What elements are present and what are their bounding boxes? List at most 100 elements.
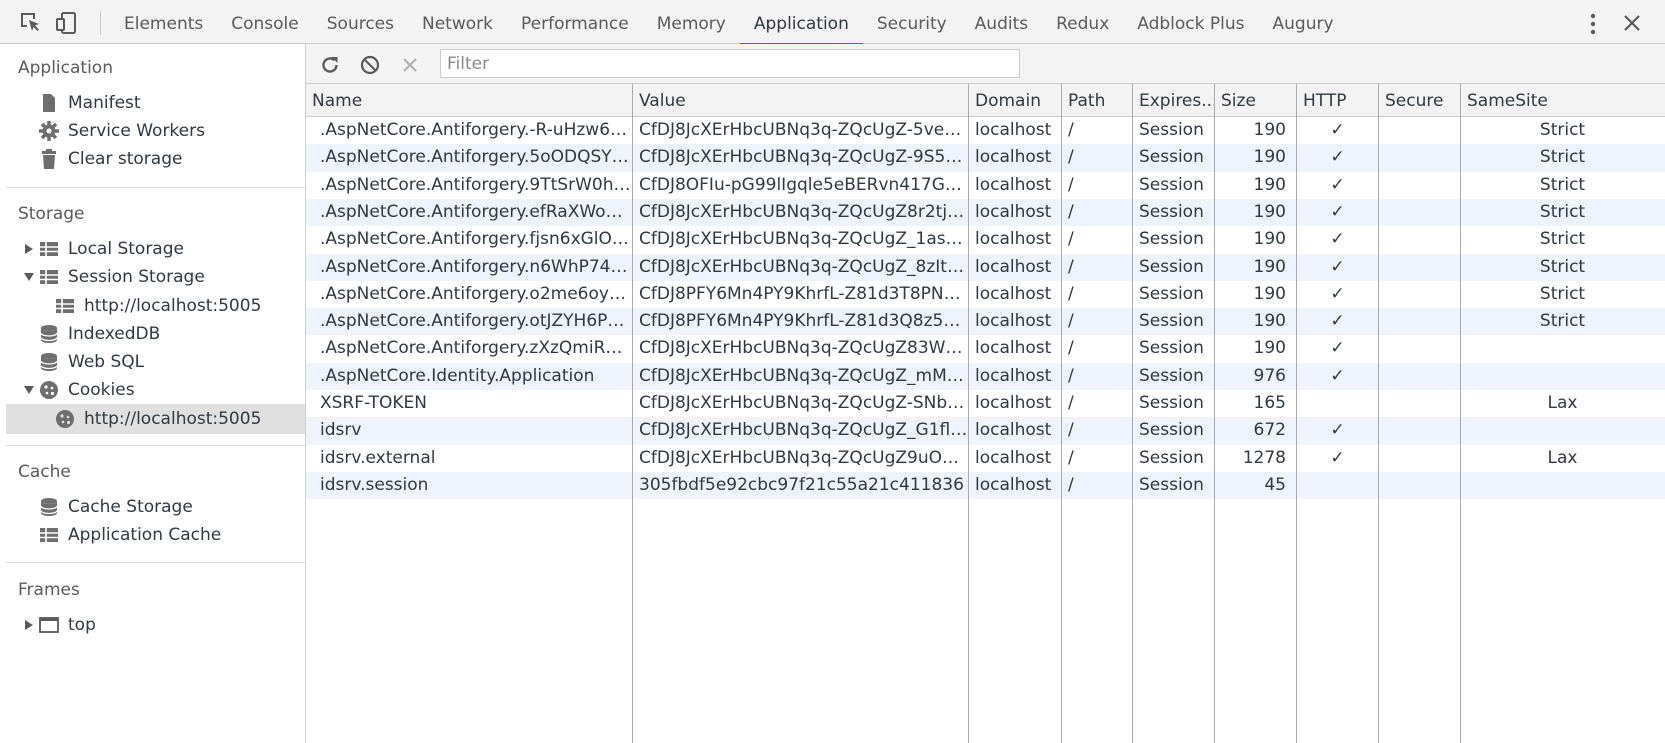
- table-row[interactable]: idsrv.external CfDJ8JcXErHbcUBNq3q-ZQcUgZ…: [306, 445, 1665, 472]
- tab-performance[interactable]: Performance: [507, 0, 643, 44]
- sidebar-item-clear-storage[interactable]: Clear storage: [6, 144, 305, 174]
- column-header-expires[interactable]: Expires...: [1133, 84, 1215, 116]
- sidebar-item-session-localhost[interactable]: http://localhost:5005: [6, 291, 305, 321]
- tab-redux[interactable]: Redux: [1042, 0, 1123, 44]
- cell-http: [1297, 390, 1378, 417]
- column-header-size[interactable]: Size: [1215, 84, 1297, 116]
- table-grid-icon: [40, 528, 58, 542]
- inspect-element-icon[interactable]: [18, 10, 44, 36]
- cell-http: ✓: [1330, 311, 1345, 332]
- table-row[interactable]: .AspNetCore.Antiforgery.-R-uHzw63SY CfDJ8…: [306, 117, 1665, 144]
- column-divider[interactable]: [1378, 84, 1379, 743]
- column-divider[interactable]: [1460, 84, 1461, 743]
- table-row[interactable]: idsrv CfDJ8JcXErHbcUBNq3q-ZQcUgZ_G1flbF..…: [306, 417, 1665, 445]
- cell-expires: Session: [1139, 447, 1204, 468]
- sidebar-item-service-workers[interactable]: Service Workers: [6, 116, 305, 146]
- more-options-icon[interactable]: [1583, 11, 1603, 37]
- cell-name: idsrv.external: [320, 447, 436, 468]
- sidebar-item-label: Session Storage: [68, 267, 205, 287]
- column-header-domain[interactable]: Domain: [969, 84, 1062, 116]
- sidebar-item-websql[interactable]: Web SQL: [6, 347, 305, 377]
- table-grid-icon: [40, 270, 58, 284]
- table-row[interactable]: .AspNetCore.Identity.Application CfDJ8JcX…: [306, 362, 1665, 390]
- tab-application[interactable]: Application: [739, 0, 863, 45]
- sidebar-item-manifest[interactable]: Manifest: [6, 88, 305, 118]
- sidebar-item-cookies-localhost[interactable]: http://localhost:5005: [6, 404, 305, 434]
- column-divider[interactable]: [632, 84, 633, 743]
- cell-domain: localhost: [975, 365, 1052, 386]
- column-header-secure[interactable]: Secure: [1379, 84, 1461, 116]
- tab-network[interactable]: Network: [408, 0, 507, 44]
- tab-memory[interactable]: Memory: [643, 0, 740, 44]
- column-divider[interactable]: [1132, 84, 1133, 743]
- table-row[interactable]: .AspNetCore.Antiforgery.fjsn6xGlOgc CfDJ8…: [306, 226, 1665, 253]
- sidebar-item-application-cache[interactable]: Application Cache: [6, 520, 305, 550]
- column-header-path[interactable]: Path: [1062, 84, 1133, 116]
- collapse-arrow-icon[interactable]: [22, 383, 36, 397]
- tab-console[interactable]: Console: [217, 0, 313, 44]
- cell-size: 190: [1253, 120, 1286, 140]
- filter-input[interactable]: [440, 49, 1020, 78]
- column-divider[interactable]: [968, 84, 969, 743]
- cell-path: /: [1068, 393, 1074, 413]
- cell-secure: [1379, 199, 1460, 226]
- clear-all-icon[interactable]: [358, 53, 382, 77]
- cell-value: CfDJ8JcXErHbcUBNq3q-ZQcUgZ_1as1_S6...: [639, 229, 968, 250]
- cell-value: 305fbdf5e92cbc97f21c55a21c411836: [639, 474, 964, 495]
- refresh-icon[interactable]: [318, 53, 342, 77]
- column-header-samesite[interactable]: SameSite: [1461, 84, 1665, 116]
- cell-domain: localhost: [975, 311, 1052, 332]
- close-devtools-icon[interactable]: [1620, 11, 1644, 35]
- column-divider[interactable]: [1061, 84, 1062, 743]
- table-row[interactable]: .AspNetCore.Antiforgery.efRaXWoFgg4 CfDJ8…: [306, 198, 1665, 227]
- cell-value: CfDJ8JcXErHbcUBNq3q-ZQcUgZ_mMi7lZ...: [639, 365, 968, 386]
- cell-name: .AspNetCore.Antiforgery.o2me6oyRDbY: [320, 283, 632, 304]
- tab-adblock-plus[interactable]: Adblock Plus: [1123, 0, 1258, 44]
- table-row[interactable]: idsrv.session 305fbdf5e92cbc97f21c55a21c4…: [306, 471, 1665, 500]
- cell-samesite: Strict: [1539, 311, 1586, 332]
- table-row[interactable]: XSRF-TOKEN CfDJ8JcXErHbcUBNq3q-ZQcUgZ-SNb…: [306, 390, 1665, 417]
- cell-domain: localhost: [975, 420, 1052, 441]
- table-row[interactable]: .AspNetCore.Antiforgery.n6WhP74SyBo CfDJ8…: [306, 253, 1665, 281]
- sidebar-item-label: Cookies: [68, 380, 135, 400]
- cell-name: .AspNetCore.Identity.Application: [320, 365, 595, 386]
- cookies-table: Name Value Domain Path Expires... Size HTTP Sec…: [306, 84, 1665, 743]
- table-row[interactable]: .AspNetCore.Antiforgery.otJZYH6PS2E CfDJ8…: [306, 308, 1665, 336]
- table-row[interactable]: .AspNetCore.Antiforgery.9TtSrW0hzOs CfDJ8…: [306, 172, 1665, 199]
- column-header-name[interactable]: Name: [306, 84, 633, 116]
- cell-secure: [1379, 445, 1460, 472]
- sidebar-item-session-storage[interactable]: Session Storage: [6, 262, 305, 292]
- frame-window-icon: [39, 617, 59, 633]
- cell-samesite: Strict: [1539, 147, 1586, 168]
- table-row[interactable]: .AspNetCore.Antiforgery.zXzQmiRF2TY CfDJ8…: [306, 335, 1665, 362]
- sidebar-item-cache-storage[interactable]: Cache Storage: [6, 492, 305, 522]
- column-header-value[interactable]: Value: [633, 84, 969, 116]
- column-divider[interactable]: [1214, 84, 1215, 743]
- delete-selected-icon[interactable]: [398, 53, 422, 77]
- device-toolbar-icon[interactable]: [54, 10, 80, 36]
- table-row[interactable]: .AspNetCore.Antiforgery.5oODQSYFXcI CfDJ8…: [306, 144, 1665, 172]
- table-row[interactable]: .AspNetCore.Antiforgery.o2me6oyRDbY CfDJ8…: [306, 281, 1665, 308]
- expand-arrow-icon[interactable]: [22, 242, 36, 256]
- cell-secure: [1379, 226, 1460, 253]
- sidebar-item-frame-top[interactable]: top: [6, 610, 305, 640]
- cell-domain: localhost: [975, 201, 1052, 222]
- sidebar-item-cookies[interactable]: Cookies: [6, 375, 305, 405]
- tab-security[interactable]: Security: [863, 0, 961, 44]
- tab-augury[interactable]: Augury: [1259, 0, 1348, 44]
- tab-audits[interactable]: Audits: [961, 0, 1042, 44]
- column-divider[interactable]: [1296, 84, 1297, 743]
- column-header-http[interactable]: HTTP: [1297, 84, 1379, 116]
- cookies-toolbar: [306, 44, 1665, 84]
- sidebar-item-indexeddb[interactable]: IndexedDB: [6, 319, 305, 349]
- cell-size: 190: [1253, 174, 1286, 195]
- expand-arrow-icon[interactable]: [22, 618, 36, 632]
- sidebar-item-local-storage[interactable]: Local Storage: [6, 234, 305, 264]
- cookies-panel: NameValueDomainPathExpires...SizeHTTPSec…: [306, 44, 1665, 743]
- sidebar-item-label: IndexedDB: [68, 324, 161, 344]
- cell-value: CfDJ8JcXErHbcUBNq3q-ZQcUgZ_8zItrm...: [639, 256, 968, 277]
- tab-elements[interactable]: Elements: [110, 0, 217, 44]
- cell-expires: Session: [1139, 365, 1204, 386]
- collapse-arrow-icon[interactable]: [22, 270, 36, 284]
- tab-sources[interactable]: Sources: [313, 0, 408, 44]
